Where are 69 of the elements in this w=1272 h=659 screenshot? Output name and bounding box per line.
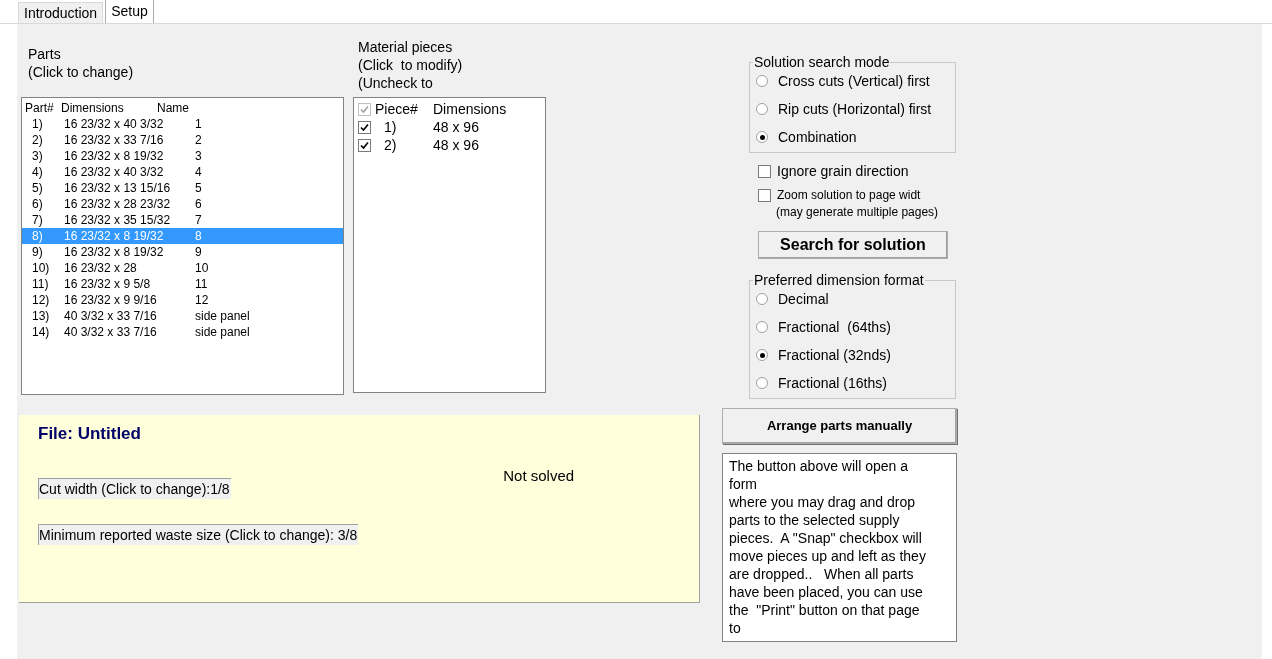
list-row[interactable]: 13) 40 3/32 x 33 7/16 side panel: [22, 308, 343, 324]
checkbox[interactable]: [358, 138, 371, 152]
column-header: Name: [157, 100, 189, 116]
list-cell-text: 1): [384, 118, 398, 136]
section-title: Material pieces: [358, 38, 453, 56]
solve-status: Not solved: [503, 466, 575, 486]
parts-list[interactable]: [21, 97, 344, 395]
option-label: Fractional (32nds): [778, 346, 891, 365]
column-header: Piece#: [375, 100, 419, 118]
tab[interactable]: Introduction: [18, 2, 104, 23]
waste-size-field[interactable]: Minimum reported waste size (Click to change): 3/8: [38, 524, 359, 545]
list-row[interactable]: 7) 16 23/32 x 35 15/32 7: [22, 212, 343, 228]
list-cell: 48 x 96: [433, 118, 479, 136]
group-title: Solution search mode: [753, 54, 891, 70]
option-note: (may generate multiple pages): [776, 204, 939, 221]
radio-button[interactable]: [756, 377, 768, 389]
list-cell-text: 2): [384, 136, 398, 154]
option-label: Cross cuts (Vertical) first: [778, 72, 930, 91]
column-header: Part#: [25, 100, 55, 116]
option-label: Rip cuts (Horizontal) first: [778, 100, 932, 119]
section-title: (Click to modify): [358, 56, 463, 74]
column-header: Dimensions: [61, 100, 125, 116]
option-label: Zoom solution to page widt: [777, 187, 921, 204]
radio-button[interactable]: [756, 131, 768, 143]
list-row[interactable]: 4) 16 23/32 x 40 3/32 4: [22, 164, 343, 180]
list-row[interactable]: 10) 16 23/32 x 28 10: [22, 260, 343, 276]
option-label: Ignore grain direction: [777, 162, 909, 181]
help-text-line: to: [729, 619, 741, 637]
section-title: (Click to change): [28, 63, 134, 81]
checkbox[interactable]: [758, 164, 771, 178]
list-row[interactable]: 2) 16 23/32 x 33 7/16 2: [22, 132, 343, 148]
cut-width-field[interactable]: Cut width (Click to change):1/8: [38, 478, 231, 499]
list-row[interactable]: 6) 16 23/32 x 28 23/32 6: [22, 196, 343, 212]
radio-button[interactable]: [756, 293, 768, 305]
help-text-line: have been placed, you can use: [729, 583, 923, 601]
list-row[interactable]: 5) 16 23/32 x 13 15/16 5: [22, 180, 343, 196]
radio-button[interactable]: [756, 75, 768, 87]
option-label: Fractional (64ths): [778, 318, 891, 337]
checkbox[interactable]: [358, 120, 371, 134]
arrange-button[interactable]: Arrange parts manually: [722, 408, 957, 444]
option-label: Decimal: [778, 290, 829, 309]
tab[interactable]: Setup: [105, 0, 154, 23]
help-text-line: form: [729, 475, 757, 493]
option-label: Fractional (16ths): [778, 374, 887, 393]
checkbox[interactable]: [758, 189, 771, 202]
radio-button[interactable]: [756, 349, 768, 361]
list-row[interactable]: 9) 16 23/32 x 8 19/32 9: [22, 244, 343, 260]
list-row[interactable]: 14) 40 3/32 x 33 7/16 side panel: [22, 324, 343, 340]
help-text-line: are dropped.. When all parts: [729, 565, 914, 583]
help-text-line: move pieces up and left as they: [729, 547, 926, 565]
search-button[interactable]: Search for solution: [758, 231, 948, 259]
list-cell: 48 x 96: [433, 136, 479, 154]
help-text-line: pieces. A "Snap" checkbox will: [729, 529, 922, 547]
section-title: Parts: [28, 45, 61, 63]
radio-button[interactable]: [756, 103, 768, 115]
list-row[interactable]: 12) 16 23/32 x 9 9/16 12: [22, 292, 343, 308]
column-header: Dimensions: [433, 100, 507, 118]
help-text-line: the "Print" button on that page: [729, 601, 920, 619]
radio-button[interactable]: [756, 321, 768, 333]
help-text-line: parts to the selected supply: [729, 511, 900, 529]
group-title: Preferred dimension format: [753, 272, 925, 288]
section-title: (Uncheck to: [358, 74, 433, 92]
file-title: File: Untitled: [38, 424, 141, 444]
list-row[interactable]: 3) 16 23/32 x 8 19/32 3: [22, 148, 343, 164]
help-text-line: The button above will open a: [729, 457, 908, 475]
list-row[interactable]: 11) 16 23/32 x 9 5/8 11: [22, 276, 343, 292]
list-row[interactable]: 1) 16 23/32 x 40 3/32 1: [22, 116, 343, 132]
option-label: Combination: [778, 128, 857, 147]
help-text-line: where you may drag and drop: [729, 493, 915, 511]
